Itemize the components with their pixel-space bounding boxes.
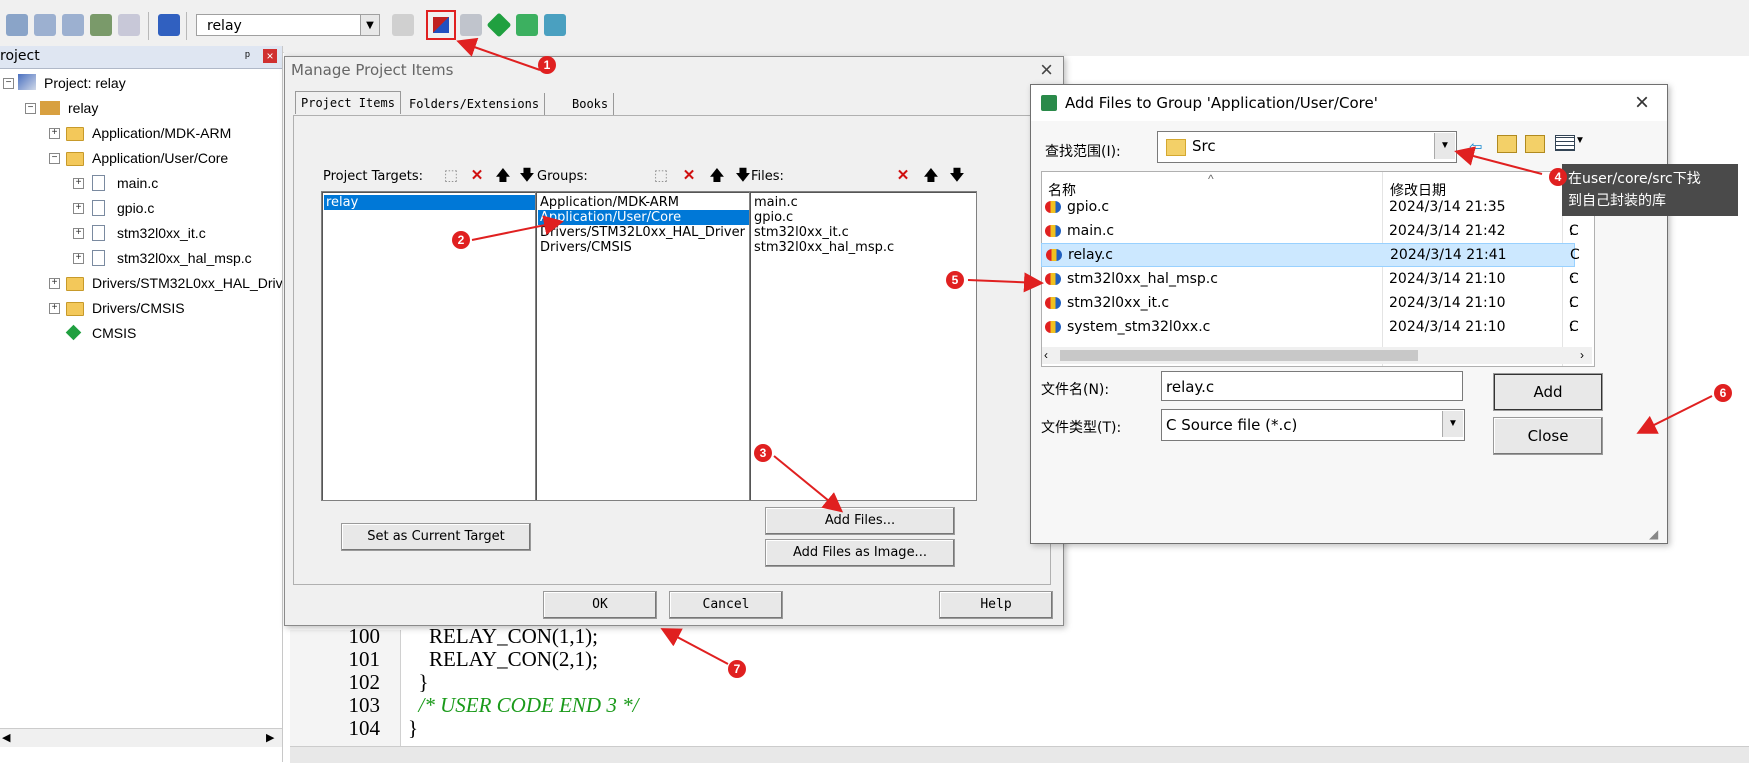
callout-badge: 7 xyxy=(728,660,746,678)
annotation-arrows xyxy=(456,37,1713,665)
callout-badge: 2 xyxy=(452,231,470,249)
callout-badge: 4 xyxy=(1549,168,1567,186)
arrow-5 xyxy=(967,272,1044,293)
callout-badge: 1 xyxy=(538,56,556,74)
callout-badge: 6 xyxy=(1714,384,1732,402)
arrow-7 xyxy=(660,628,729,665)
arrow-1 xyxy=(456,37,541,71)
callout-badge: 5 xyxy=(946,271,964,289)
arrow-3 xyxy=(773,455,844,513)
arrow-4 xyxy=(1454,146,1543,175)
callout-badge: 3 xyxy=(754,444,772,462)
arrow-2 xyxy=(471,215,564,241)
arrow-6 xyxy=(1636,395,1713,434)
